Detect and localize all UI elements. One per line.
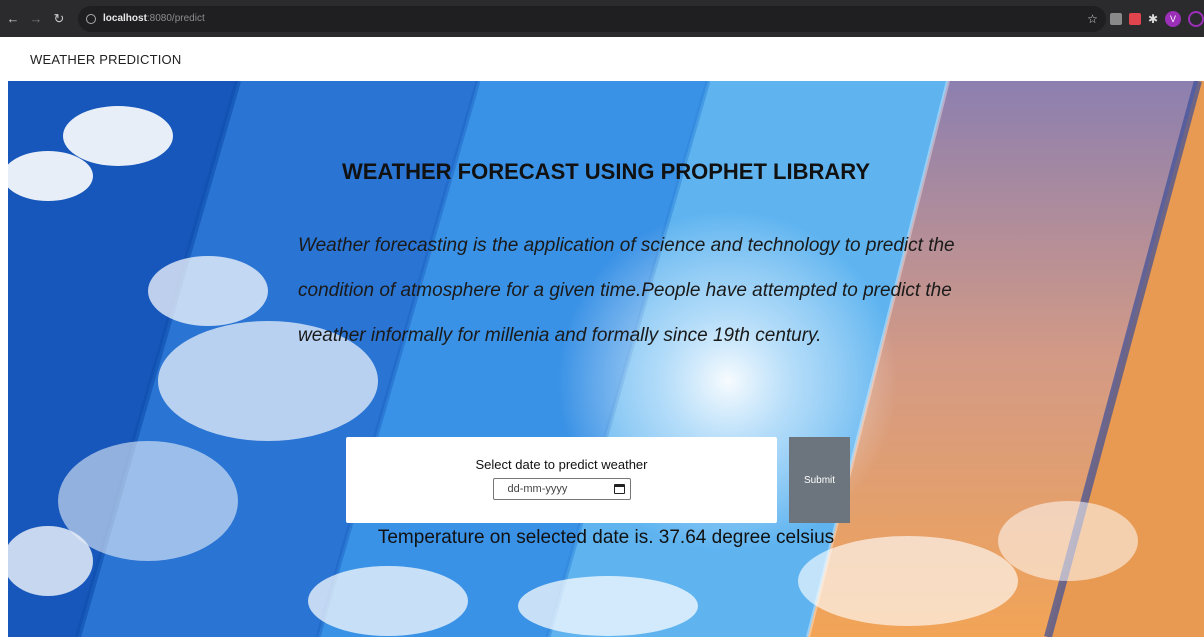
prediction-result: Temperature on selected date is. 37.64 d… — [377, 527, 835, 548]
app-navbar: WEATHER PREDICTION — [0, 37, 1204, 81]
profile-avatar-secondary-icon[interactable] — [1188, 10, 1204, 27]
extension-icon[interactable] — [1109, 12, 1122, 25]
bookmark-star-icon[interactable]: ☆ — [1087, 12, 1098, 26]
url-path: :8080/predict — [146, 13, 205, 24]
submit-button[interactable]: Submit — [789, 437, 850, 523]
description-text: Weather forecasting is the application o… — [298, 235, 955, 346]
address-bar[interactable]: localhost:8080/predict ☆ — [78, 5, 1106, 32]
back-icon[interactable]: ← — [6, 11, 20, 26]
prediction-form-card: Select date to predict weather dd-mm-yyy… — [346, 437, 777, 523]
date-input-placeholder: dd-mm-yyyy — [507, 483, 568, 495]
reload-icon[interactable]: ↻ — [52, 11, 66, 27]
calendar-icon[interactable] — [613, 484, 625, 494]
hero-section: WEATHER FORECAST USING PROPHET LIBRARY W… — [8, 81, 1204, 637]
date-field-label: Select date to predict weather — [475, 457, 648, 472]
forward-icon[interactable]: → — [29, 11, 43, 26]
site-info-icon[interactable] — [86, 13, 96, 24]
extensions-area: ✱ V — [1109, 10, 1204, 27]
browser-toolbar: ← → ↻ localhost:8080/predict ☆ ✱ V — [0, 0, 1204, 37]
url-host: localhost — [103, 13, 147, 24]
profile-avatar[interactable]: V — [1165, 10, 1181, 27]
navbar-brand[interactable]: WEATHER PREDICTION — [30, 52, 181, 67]
page-title: WEATHER FORECAST USING PROPHET LIBRARY — [341, 159, 870, 184]
browser-nav: ← → ↻ — [6, 11, 66, 27]
puzzle-extensions-icon[interactable]: ✱ — [1148, 12, 1158, 26]
pocket-extension-icon[interactable] — [1128, 12, 1141, 25]
date-input[interactable]: dd-mm-yyyy — [492, 478, 631, 500]
